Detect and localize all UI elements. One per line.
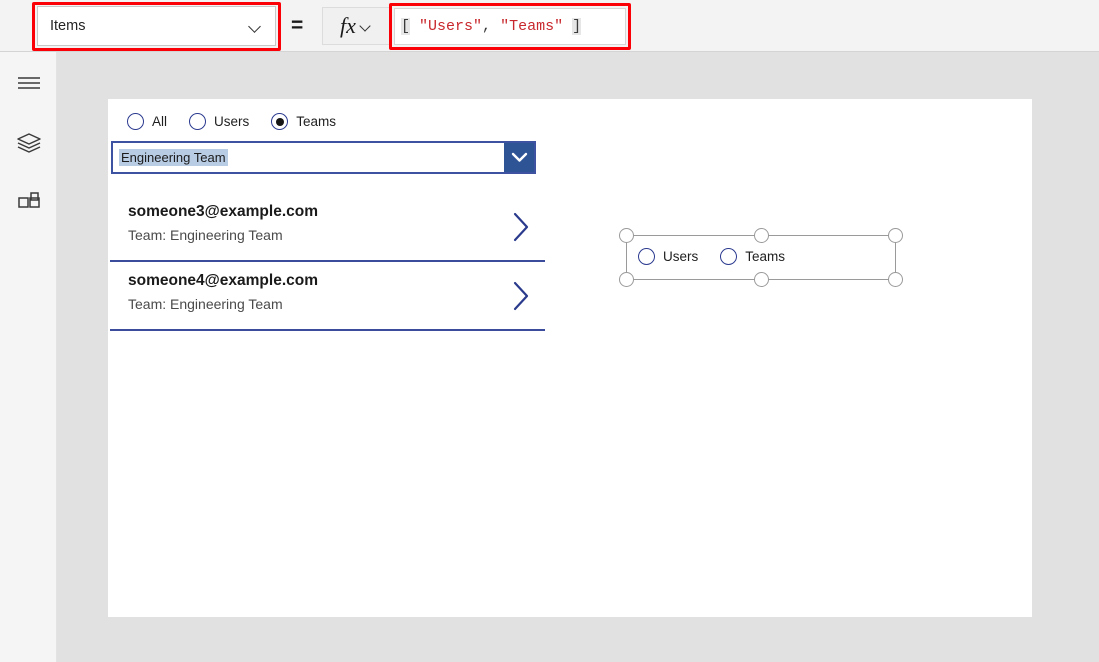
selected-radio-group[interactable]: Users Teams [638,248,807,265]
selected-control[interactable]: Users Teams [619,228,903,287]
workspace: All Users Teams Engineering Team someone… [57,52,1099,662]
equals-sign: = [291,14,304,37]
property-dropdown[interactable]: Items [37,6,276,46]
results-gallery: someone3@example.com Team: Engineering T… [110,193,545,331]
radio-option-all[interactable]: All [127,113,167,130]
gallery-item-title: someone4@example.com [128,272,318,289]
formula-comma: , [482,18,501,35]
radio-option-users-label: Users [214,114,250,129]
fx-glyph: fx [340,13,356,38]
radio-option-all-label: All [152,114,168,129]
left-rail [0,52,57,662]
formula-bar: Items = fx [ "Users", "Teams" ] [0,0,1099,52]
combobox-toggle-button[interactable] [504,143,534,172]
hamburger-menu-icon[interactable] [12,66,46,100]
app-canvas[interactable]: All Users Teams Engineering Team someone… [108,99,1032,617]
fx-button[interactable]: fx [322,7,390,45]
radio-circle-icon [189,113,207,130]
gallery-item-subtitle: Team: Engineering Team [128,296,283,312]
radio-option-users[interactable]: Users [189,113,249,130]
combobox-value-wrapper: Engineering Team [113,143,504,172]
selected-radio-option-teams-label: Teams [745,249,786,264]
app-window: Items = fx [ "Users", "Teams" ] All User… [0,0,1099,662]
chevron-down-icon [361,21,372,32]
property-dropdown-value: Items [50,18,86,34]
radio-option-teams[interactable]: Teams [271,113,336,130]
resize-handle-top-right[interactable] [888,228,903,243]
formula-string-2: "Teams" [500,18,564,35]
resize-handle-top-left[interactable] [619,228,634,243]
combobox-value: Engineering Team [119,149,228,166]
team-combobox[interactable]: Engineering Team [111,141,536,174]
radio-circle-selected-icon [271,113,289,130]
resize-handle-bottom-middle[interactable] [753,272,769,287]
gallery-item-title: someone3@example.com [128,203,318,220]
formula-close-bracket: ] [572,18,582,35]
resize-handle-bottom-left[interactable] [619,272,634,287]
radio-circle-icon [127,113,144,130]
formula-input[interactable]: [ "Users", "Teams" ] [394,8,626,45]
chevron-down-icon [249,20,262,33]
chevron-right-icon[interactable] [510,279,532,313]
tree-view-icon[interactable] [12,126,46,160]
gallery-item-subtitle: Team: Engineering Team [128,227,283,243]
resize-handle-top-middle[interactable] [753,228,769,243]
filter-radio-group[interactable]: All Users Teams [127,113,358,130]
formula-open-bracket: [ [401,18,411,35]
insert-components-icon[interactable] [12,186,46,220]
radio-option-teams-label: Teams [296,114,337,129]
selected-radio-option-users[interactable]: Users [638,248,698,265]
radio-circle-icon [720,248,738,265]
radio-circle-icon [638,248,655,265]
formula-string-1: "Users" [419,18,483,35]
chevron-down-icon [511,152,527,162]
resize-handle-bottom-right[interactable] [888,272,903,287]
selected-radio-option-users-label: Users [663,249,699,264]
gallery-item[interactable]: someone4@example.com Team: Engineering T… [110,262,545,331]
gallery-item[interactable]: someone3@example.com Team: Engineering T… [110,193,545,262]
property-dropdown-wrapper: Items [37,6,276,46]
selected-radio-option-teams[interactable]: Teams [720,248,785,265]
chevron-right-icon[interactable] [510,210,532,244]
